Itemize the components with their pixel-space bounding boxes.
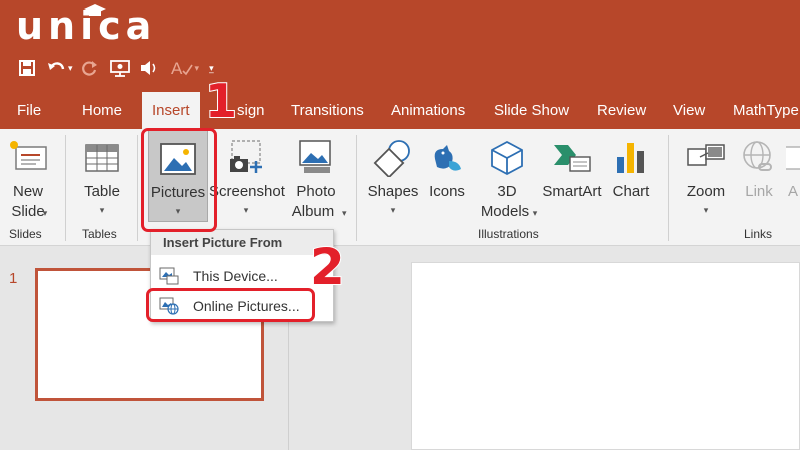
3d-cube-icon <box>491 140 523 176</box>
tab-file[interactable]: File <box>17 92 41 129</box>
undo-caret-icon[interactable]: ▾ <box>68 63 73 74</box>
group-divider <box>668 135 669 241</box>
screenshot-icon <box>230 140 262 173</box>
present-icon[interactable] <box>107 56 133 80</box>
photo-album-button[interactable]: Photo Album ▾ <box>286 129 347 225</box>
table-button[interactable]: Table ▾ <box>76 129 128 225</box>
shapes-caret-icon: ▾ <box>390 205 396 215</box>
font-color-icon[interactable]: A <box>167 56 197 80</box>
tab-design[interactable]: sign <box>237 92 265 129</box>
tab-slide-show[interactable]: Slide Show <box>494 92 569 129</box>
this-device-label: This Device... <box>193 268 278 284</box>
3d-models-label-1: 3D <box>497 183 517 200</box>
ribbon-tabs: File Home Insert sign Transitions Animat… <box>0 92 800 129</box>
photo-album-icon <box>299 140 331 173</box>
tab-review[interactable]: Review <box>597 92 646 129</box>
photo-album-label-1: Photo <box>296 183 336 200</box>
icons-button[interactable]: Icons <box>424 129 470 225</box>
tab-animations[interactable]: Animations <box>391 92 465 129</box>
shapes-button[interactable]: Shapes ▾ <box>366 129 420 225</box>
group-slides-label: Slides <box>9 227 42 241</box>
zoom-label: Zoom <box>686 183 726 200</box>
group-links-label: Links <box>744 227 773 241</box>
annotation-step-2: 2 <box>309 238 346 296</box>
action-button[interactable]: A <box>786 129 800 225</box>
customize-caret-icon[interactable]: ▾̲ <box>209 63 214 74</box>
tab-view[interactable]: View <box>673 92 705 129</box>
undo-icon[interactable] <box>44 56 70 80</box>
new-slide-caret-icon: ▾ <box>42 208 48 218</box>
screenshot-caret-icon: ▾ <box>243 205 249 215</box>
group-divider <box>356 135 357 241</box>
svg-text:A: A <box>171 59 183 77</box>
group-tables-label: Tables <box>82 227 117 241</box>
annotation-box-pictures <box>141 128 217 232</box>
new-slide-label-1: New <box>12 183 43 200</box>
table-label: Table <box>84 183 120 200</box>
new-slide-button[interactable]: New Slide ▾ <box>2 129 54 225</box>
smartart-icon <box>554 145 591 172</box>
3d-models-caret-icon: ▾ <box>532 208 538 218</box>
new-slide-icon <box>10 141 47 170</box>
smartart-label: SmartArt <box>542 183 602 200</box>
title-bar: unica ▾ A ▾ ▾̲ <box>0 0 800 92</box>
this-device-icon <box>159 267 179 285</box>
tab-mathtype[interactable]: MathType <box>733 92 799 129</box>
chart-label: Chart <box>612 183 650 200</box>
zoom-caret-icon: ▾ <box>703 205 709 215</box>
group-divider <box>137 135 138 241</box>
link-label: Link <box>745 183 773 200</box>
dropdown-header: Insert Picture From <box>151 230 333 255</box>
table-icon <box>85 144 119 172</box>
shapes-label: Shapes <box>367 183 419 200</box>
speaker-icon[interactable] <box>137 56 163 80</box>
icons-icon <box>434 145 461 171</box>
screenshot-button[interactable]: Screenshot ▾ <box>209 129 285 225</box>
photo-album-label-2: Album <box>291 203 335 220</box>
screenshot-label: Screenshot <box>209 183 285 200</box>
slide-canvas[interactable] <box>411 262 800 450</box>
ribbon-insert: New Slide ▾ Slides Table ▾ Tables Pictur… <box>0 129 800 246</box>
tab-insert[interactable]: Insert <box>142 92 200 129</box>
save-icon[interactable] <box>14 56 40 80</box>
zoom-icon <box>687 144 725 166</box>
photo-album-caret-icon: ▾ <box>342 208 347 218</box>
annotation-box-online-pictures <box>146 288 315 322</box>
font-color-caret-icon[interactable]: ▾ <box>195 63 200 74</box>
zoom-button[interactable]: Zoom ▾ <box>680 129 732 225</box>
group-divider <box>65 135 66 241</box>
redo-icon[interactable] <box>77 56 103 80</box>
group-illustrations-label: Illustrations <box>478 227 539 241</box>
slide-number: 1 <box>9 270 18 287</box>
graduation-cap-icon <box>84 4 106 16</box>
chart-button[interactable]: Chart <box>608 129 654 225</box>
icons-label: Icons <box>429 183 465 200</box>
link-globe-icon <box>743 141 772 171</box>
action-label: A <box>788 183 799 200</box>
smartart-button[interactable]: SmartArt <box>540 129 604 225</box>
quick-access-toolbar: ▾ A ▾ ▾̲ <box>14 55 214 81</box>
chart-icon <box>617 143 644 173</box>
tab-home[interactable]: Home <box>82 92 122 129</box>
this-device-menu-item[interactable]: This Device... <box>151 261 333 291</box>
shapes-icon <box>373 140 410 177</box>
annotation-step-1: 1 <box>204 73 238 129</box>
table-caret-icon: ▾ <box>99 205 105 215</box>
action-icon <box>786 146 800 170</box>
3d-models-button[interactable]: 3D Models ▾ <box>474 129 540 225</box>
tab-transitions[interactable]: Transitions <box>291 92 364 129</box>
link-button[interactable]: Link <box>736 129 782 225</box>
